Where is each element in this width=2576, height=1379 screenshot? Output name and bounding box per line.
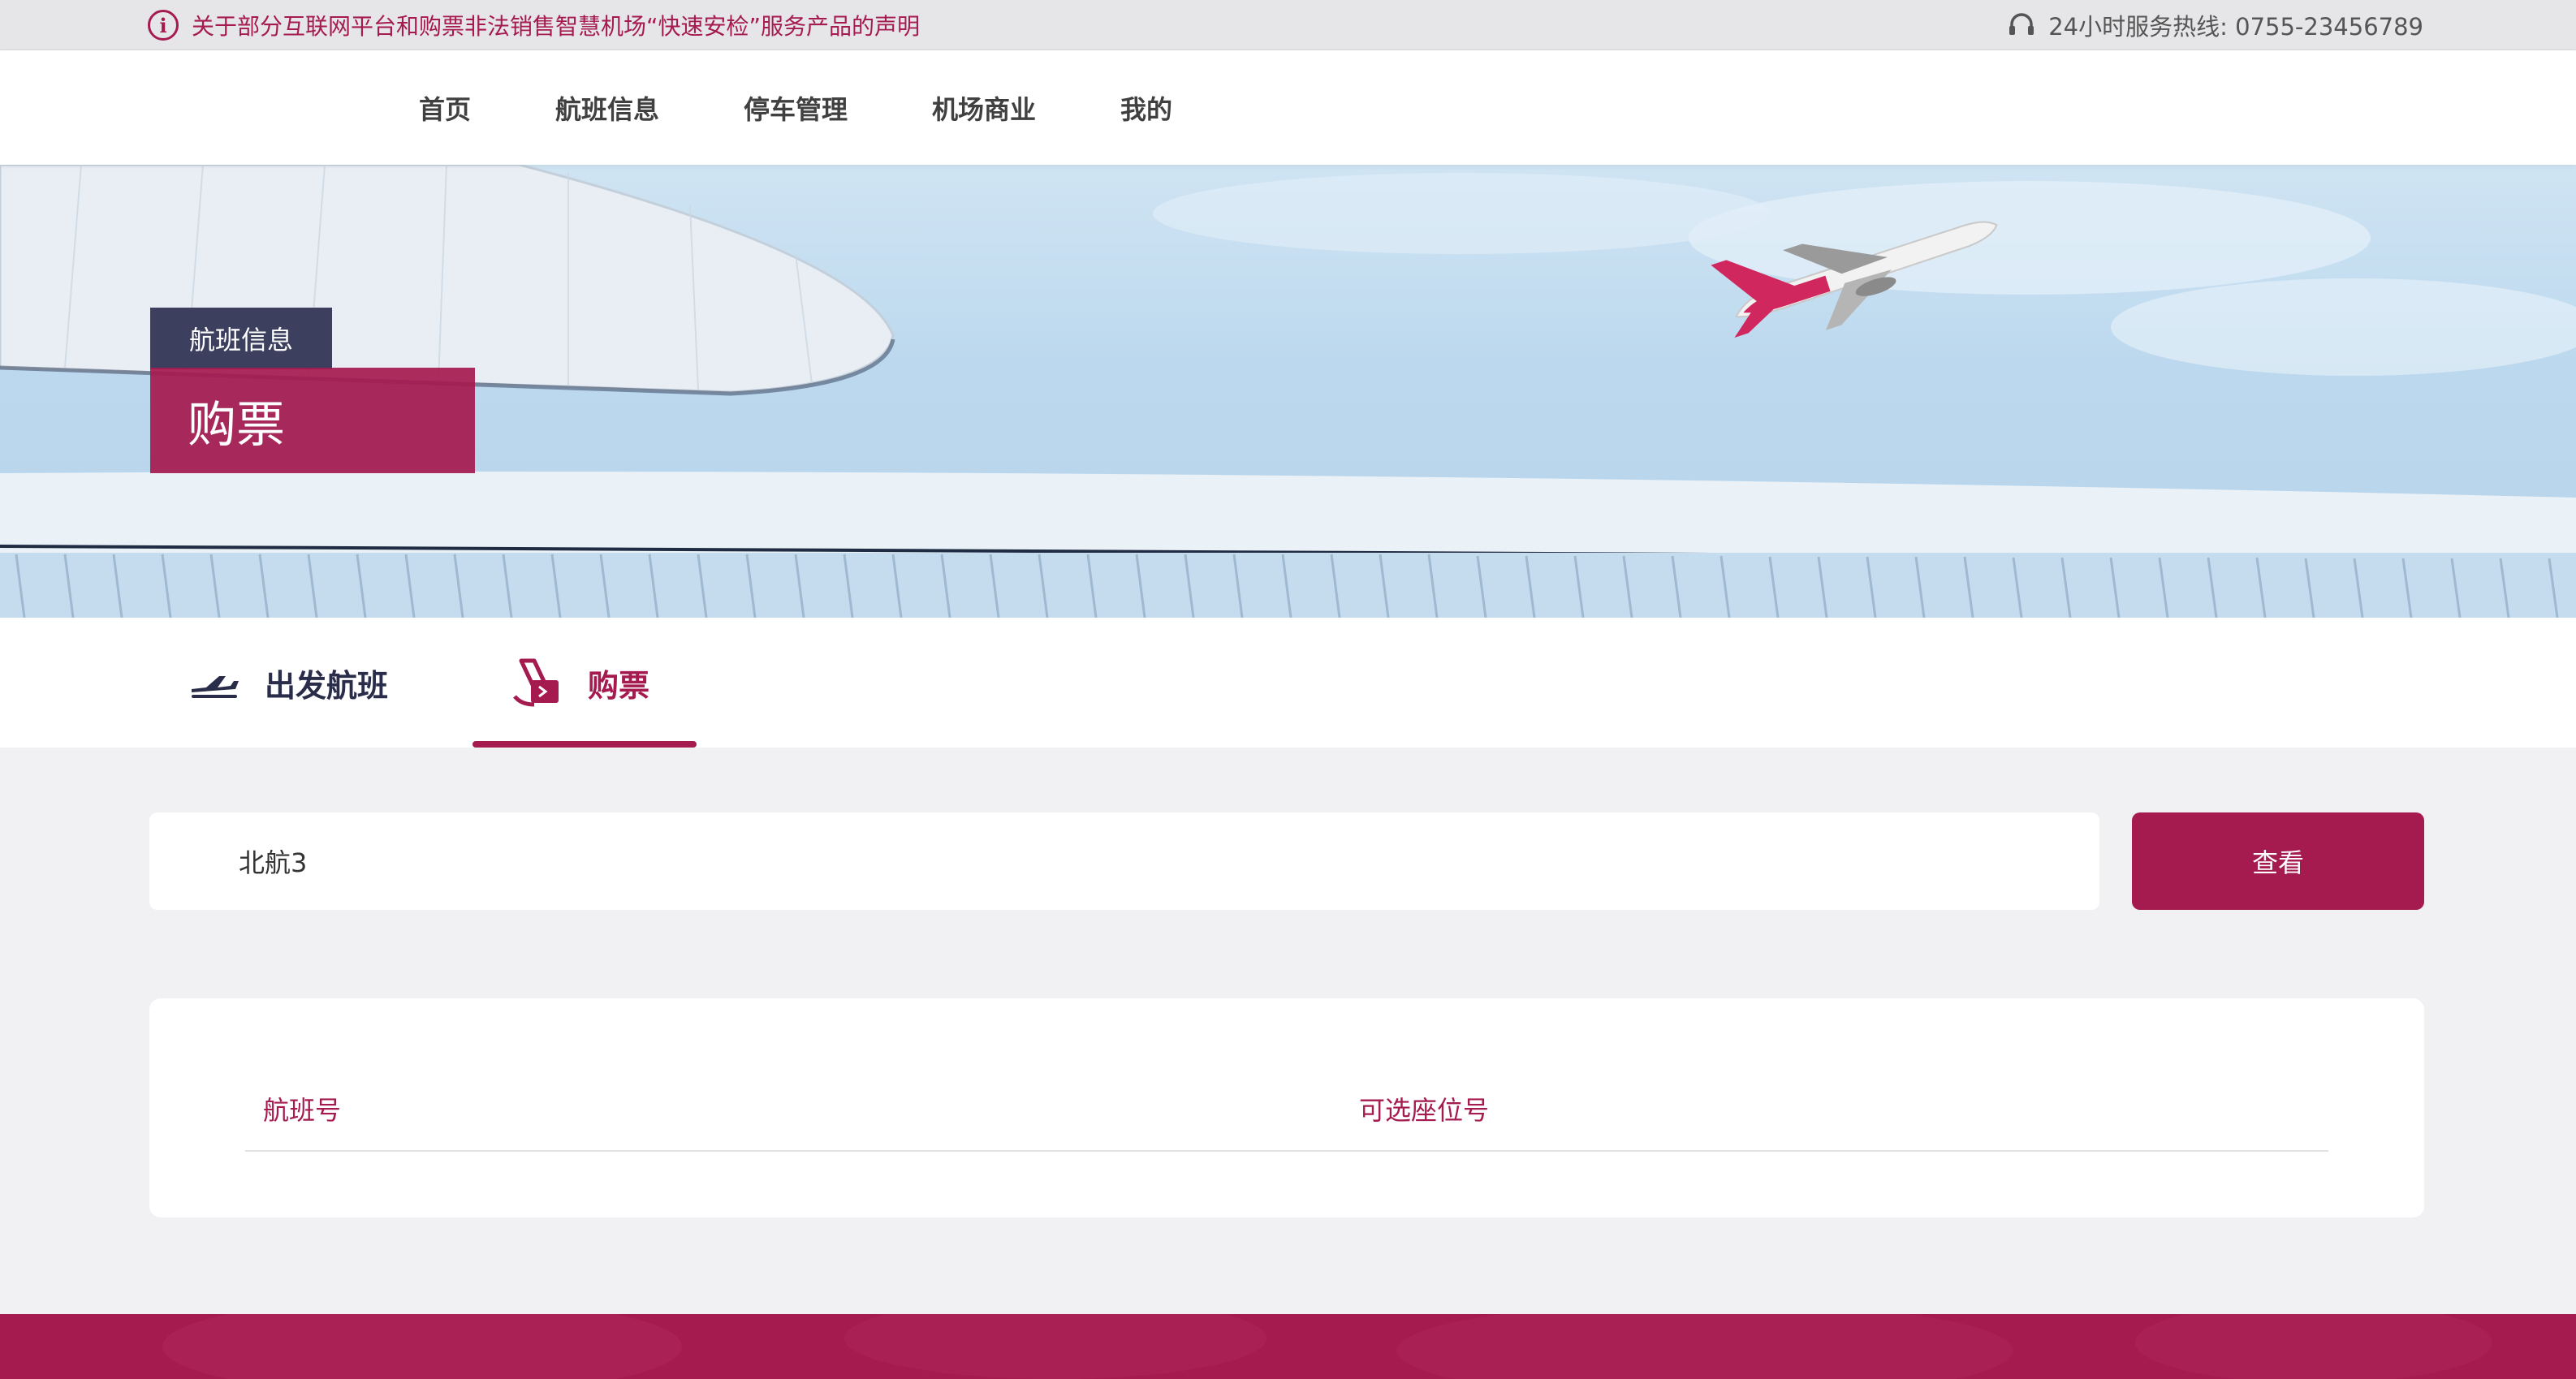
ticket-icon bbox=[513, 658, 559, 707]
tab-departure-label: 出发航班 bbox=[265, 667, 389, 704]
notice-text[interactable]: 关于部分互联网平台和购票非法销售智慧机场“快速安检”服务产品的声明 bbox=[192, 9, 920, 41]
nav-item-home[interactable]: 首页 bbox=[419, 50, 471, 165]
footer-map-pattern bbox=[162, 1314, 2492, 1379]
hotline-text: 24小时服务热线: 0755-23456789 bbox=[2048, 13, 2423, 41]
banner-category-label: 航班信息 bbox=[150, 308, 332, 369]
view-button[interactable]: 查看 bbox=[2132, 812, 2424, 910]
column-header-available-seats: 可选座位号 bbox=[1359, 1095, 1490, 1126]
airplane-takeoff-icon bbox=[192, 676, 239, 698]
active-tab-indicator bbox=[472, 741, 697, 748]
hotline: 24小时服务热线: 0755-23456789 bbox=[2006, 0, 2423, 50]
info-circle-icon: i bbox=[148, 10, 179, 41]
nav-item-airport-commerce[interactable]: 机场商业 bbox=[932, 50, 1036, 165]
headset-icon bbox=[2009, 13, 2034, 35]
tab-ticket-label: 购票 bbox=[588, 667, 650, 704]
tab-ticket-purchase[interactable]: 购票 bbox=[510, 618, 649, 748]
column-header-flight-number: 航班号 bbox=[263, 1095, 342, 1126]
main-nav: 首页 航班信息 停车管理 机场商业 我的 bbox=[0, 50, 2576, 165]
seat-table: 航班号 可选座位号 bbox=[149, 998, 2424, 1217]
notice-link[interactable]: i 关于部分互联网平台和购票非法销售智慧机场“快速安检”服务产品的声明 bbox=[148, 0, 920, 50]
hero-banner: 航班信息 购票 bbox=[0, 165, 2576, 618]
footer bbox=[0, 1314, 2576, 1379]
tab-departure-flights[interactable]: 出发航班 bbox=[188, 618, 388, 748]
tab-bar: 出发航班 购票 bbox=[0, 618, 2576, 748]
nav-item-mine[interactable]: 我的 bbox=[1120, 50, 1172, 165]
banner-title: 购票 bbox=[150, 368, 475, 473]
flight-search-input[interactable] bbox=[149, 812, 2099, 910]
nav-item-flight-info[interactable]: 航班信息 bbox=[555, 50, 659, 165]
notice-bar: i 关于部分互联网平台和购票非法销售智慧机场“快速安检”服务产品的声明 24小时… bbox=[0, 0, 2576, 50]
nav-item-parking[interactable]: 停车管理 bbox=[744, 50, 848, 165]
table-header-divider bbox=[245, 1150, 2328, 1152]
